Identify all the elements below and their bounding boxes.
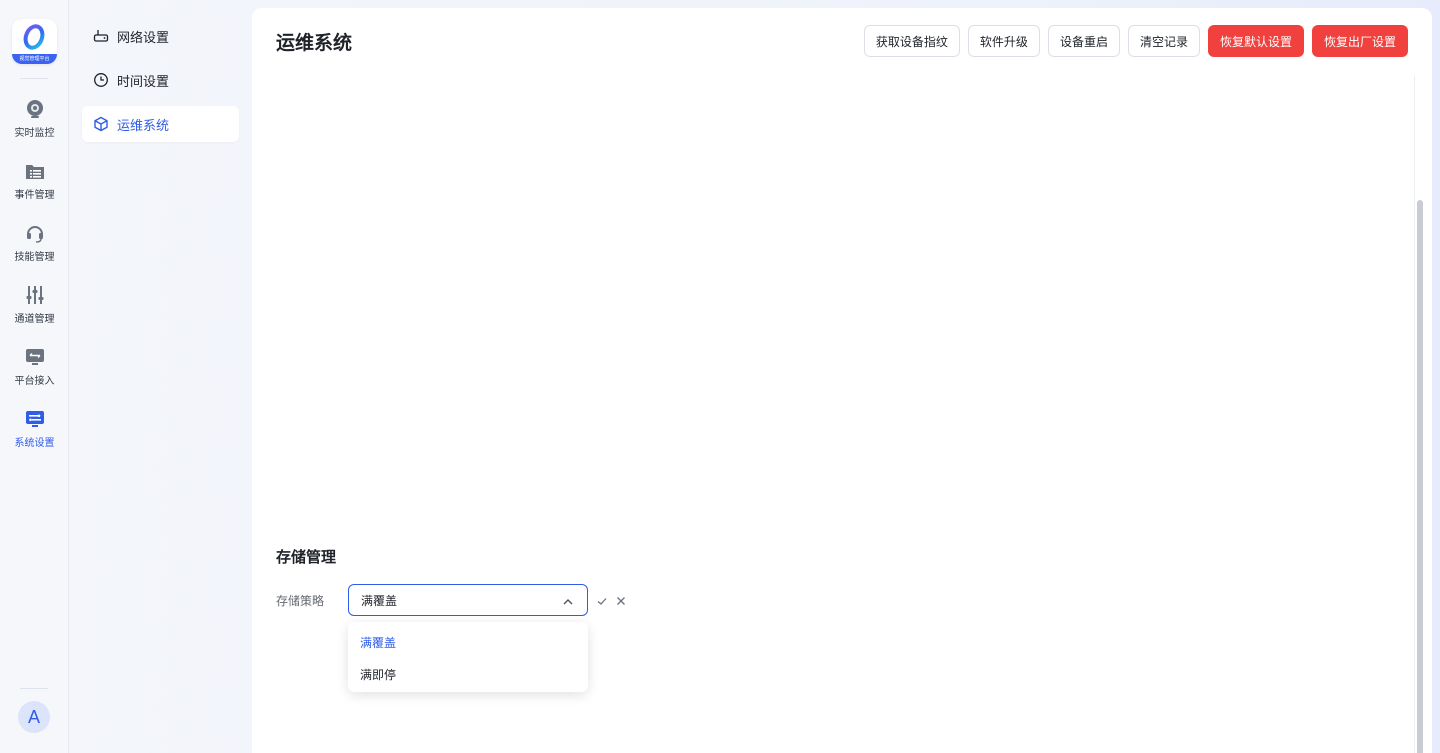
vertical-scrollbar[interactable]: [1414, 76, 1424, 753]
page-title: 运维系统: [276, 32, 353, 54]
get-fingerprint-button[interactable]: 获取设备指纹: [863, 25, 960, 57]
dropdown-option[interactable]: 满即停: [348, 658, 588, 690]
toolbar: 获取设备指纹 软件升级 设备重启 清空记录 恢复默认设置 恢复出厂设置: [863, 25, 1408, 57]
rail-divider: [20, 688, 48, 689]
camera-icon: [24, 98, 46, 120]
settings-submenu: 网络设置 时间设置 运维系统: [70, 0, 250, 753]
avatar[interactable]: A: [18, 701, 50, 733]
storage-section-title: 存储管理: [276, 548, 337, 566]
cancel-close-icon[interactable]: [615, 595, 627, 607]
rail-item-label: 平台接入: [14, 376, 55, 387]
submenu-item-ops[interactable]: 运维系统: [82, 106, 239, 142]
folder-list-icon: [24, 160, 46, 182]
submenu-item-time[interactable]: 时间设置: [82, 62, 239, 98]
logo-mark-icon: [23, 24, 45, 50]
rail-item-live-monitor[interactable]: 实时监控: [0, 98, 69, 148]
storage-policy-value: 满覆盖: [361, 593, 398, 608]
submenu-item-label: 时间设置: [117, 74, 170, 90]
restore-defaults-button[interactable]: 恢复默认设置: [1207, 25, 1304, 57]
rail-item-platform[interactable]: 平台接入: [0, 346, 69, 396]
app-logo[interactable]: 视觉管理平台: [12, 19, 57, 64]
rail-item-label: 系统设置: [14, 438, 55, 449]
router-icon: [93, 28, 109, 44]
rail-item-label: 技能管理: [14, 252, 55, 263]
headset-icon: [24, 222, 46, 244]
scrollbar-track: [1414, 76, 1415, 753]
rail-divider: [20, 78, 48, 79]
rail-item-skills[interactable]: 技能管理: [0, 222, 69, 272]
rail-item-channels[interactable]: 通道管理: [0, 284, 69, 334]
software-upgrade-button[interactable]: 软件升级: [967, 25, 1040, 57]
submenu-item-label: 运维系统: [117, 118, 170, 134]
storage-policy-label: 存储策略: [276, 594, 325, 608]
submenu-item-label: 网络设置: [117, 30, 170, 46]
rail-item-events[interactable]: 事件管理: [0, 160, 69, 210]
rail-item-label: 事件管理: [14, 190, 55, 201]
factory-reset-button[interactable]: 恢复出厂设置: [1311, 25, 1408, 57]
submenu-item-network[interactable]: 网络设置: [82, 18, 239, 54]
platform-access-icon: [24, 346, 46, 368]
icon-rail: 视觉管理平台 实时监控 事件管理 技能管理 通道管理 平台接入 系统设置 A: [0, 0, 69, 753]
scrollbar-thumb[interactable]: [1417, 200, 1423, 753]
chevron-up-icon: [561, 594, 575, 608]
storage-policy-select[interactable]: 满覆盖: [348, 584, 588, 616]
dropdown-option[interactable]: 满覆盖: [348, 626, 588, 658]
confirm-check-icon[interactable]: [596, 595, 608, 607]
system-settings-icon: [24, 408, 46, 430]
cube-icon: [93, 116, 109, 132]
clock-icon: [93, 72, 109, 88]
sliders-icon: [24, 284, 46, 306]
rail-item-label: 实时监控: [14, 128, 55, 139]
logo-caption: 视觉管理平台: [12, 54, 57, 64]
main-panel: 运维系统 获取设备指纹 软件升级 设备重启 清空记录 恢复默认设置 恢复出厂设置…: [252, 8, 1432, 753]
reboot-button[interactable]: 设备重启: [1047, 25, 1120, 57]
storage-policy-dropdown: 满覆盖 满即停: [348, 622, 588, 692]
rail-item-system-settings[interactable]: 系统设置: [0, 408, 69, 458]
clear-logs-button[interactable]: 清空记录: [1127, 25, 1200, 57]
rail-item-label: 通道管理: [14, 314, 55, 325]
